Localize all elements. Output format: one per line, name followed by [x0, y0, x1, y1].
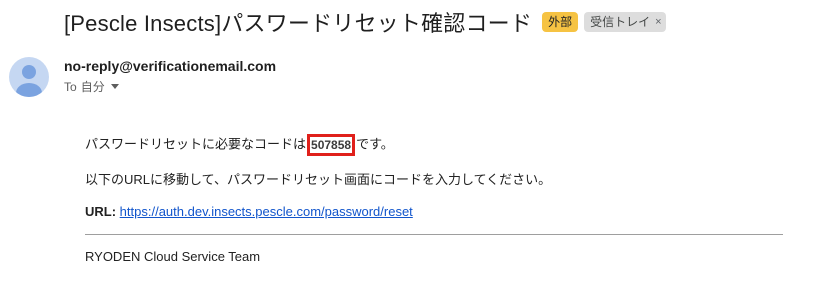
- sender-address[interactable]: no-reply@verificationemail.com: [64, 58, 276, 74]
- code-outro-text: です。: [356, 136, 394, 152]
- recipient-row[interactable]: To 自分: [64, 78, 119, 95]
- recipient-name: 自分: [80, 80, 105, 94]
- inbox-label-text: 受信トレイ: [590, 15, 651, 29]
- signature-divider: [85, 234, 783, 235]
- to-prefix: To: [64, 79, 77, 94]
- sender-avatar[interactable]: [9, 57, 49, 97]
- remove-label-icon[interactable]: ×: [655, 14, 661, 30]
- email-view: [Pescle Insects]パスワードリセット確認コード 外部 受信トレイ …: [0, 0, 818, 287]
- body-line-code: パスワードリセットに必要なコードは 507858 です。: [85, 134, 785, 156]
- reset-url-link[interactable]: https://auth.dev.insects.pescle.com/pass…: [120, 204, 413, 219]
- body-line-url: URL: https://auth.dev.insects.pescle.com…: [85, 202, 785, 222]
- code-intro-text: パスワードリセットに必要なコードは: [85, 136, 307, 152]
- body-line-instructions: 以下のURLに移動して、パスワードリセット画面にコードを入力してください。: [85, 172, 552, 187]
- verification-code: 507858: [307, 134, 356, 156]
- default-person-avatar-icon: [16, 65, 42, 97]
- url-label: URL:: [85, 204, 117, 219]
- chevron-down-icon[interactable]: [110, 84, 119, 89]
- email-subject: [Pescle Insects]パスワードリセット確認コード: [64, 11, 533, 36]
- subject-row: [Pescle Insects]パスワードリセット確認コード 外部 受信トレイ …: [64, 6, 666, 38]
- external-label-badge: 外部: [542, 12, 579, 32]
- inbox-label-chip[interactable]: 受信トレイ ×: [584, 12, 666, 32]
- email-signature: RYODEN Cloud Service Team: [85, 249, 261, 264]
- email-body: パスワードリセットに必要なコードは 507858 です。 以下のURLに移動して、パ…: [85, 134, 785, 264]
